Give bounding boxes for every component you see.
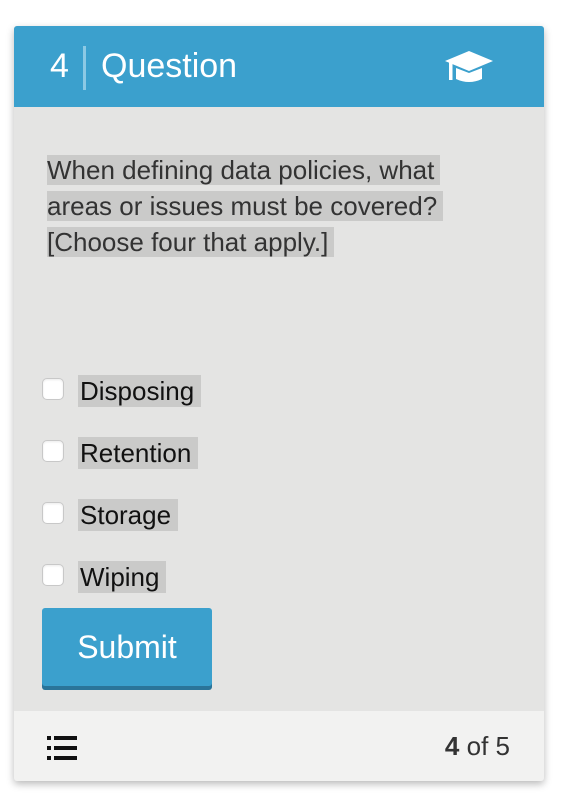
question-text: When defining data policies, what areas …	[47, 152, 477, 260]
option-label[interactable]: Retention	[78, 437, 199, 469]
card-footer: 4 of 5	[14, 711, 544, 781]
option-label[interactable]: Disposing	[78, 375, 202, 407]
card-body: When defining data policies, what areas …	[14, 107, 544, 711]
list-icon[interactable]	[47, 736, 77, 760]
question-card: 4 Question When defining data policies, …	[14, 26, 544, 781]
card-header: 4 Question	[14, 26, 544, 107]
submit-button[interactable]: Submit	[42, 608, 212, 686]
header-divider	[83, 46, 86, 90]
option-disposing[interactable]: Disposing	[42, 375, 202, 440]
option-label[interactable]: Wiping	[78, 561, 167, 593]
question-number: 4	[50, 47, 69, 85]
option-retention[interactable]: Retention	[42, 437, 201, 502]
option-storage[interactable]: Storage	[42, 499, 201, 564]
option-checkbox[interactable]	[42, 502, 64, 524]
of-label: of	[466, 731, 489, 761]
option-checkbox[interactable]	[42, 440, 64, 462]
card-title: Question	[101, 47, 238, 85]
option-checkbox[interactable]	[42, 564, 64, 586]
graduation-cap-icon	[445, 51, 493, 82]
page-indicator: 4 of 5	[445, 730, 510, 762]
option-checkbox[interactable]	[42, 378, 64, 400]
option-label[interactable]: Storage	[78, 499, 179, 531]
current-question: 4	[444, 731, 460, 761]
total-questions: 5	[495, 731, 510, 761]
